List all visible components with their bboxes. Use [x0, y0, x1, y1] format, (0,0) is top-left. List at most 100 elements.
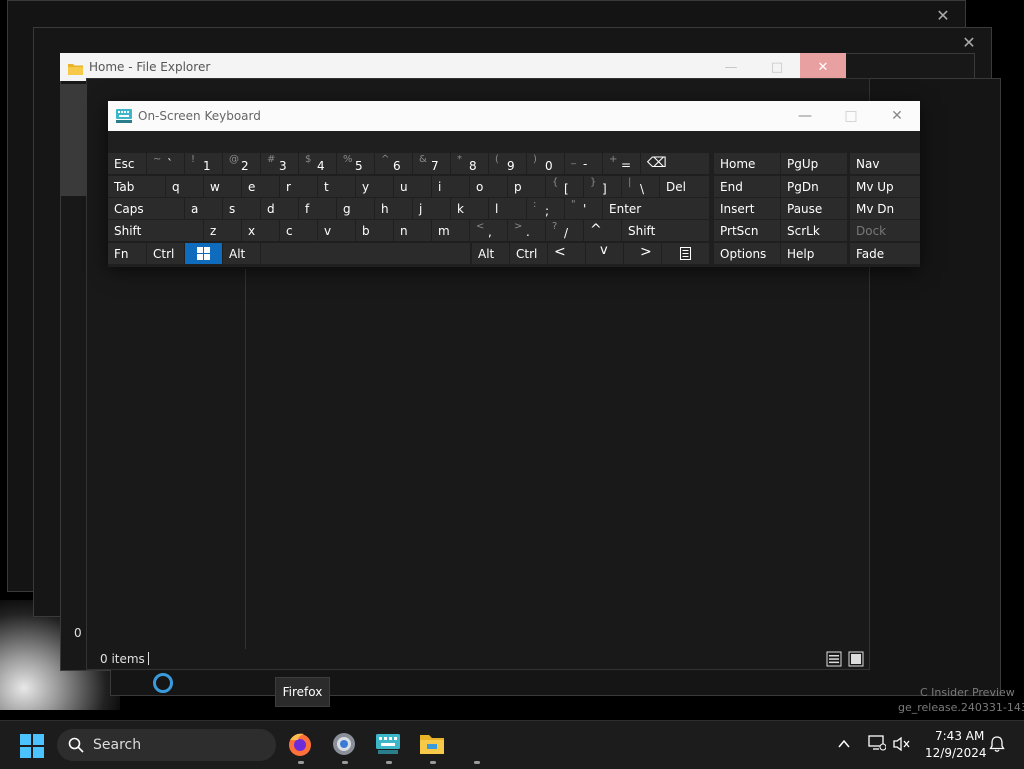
- key-help[interactable]: Help: [781, 243, 847, 264]
- key-mv-up[interactable]: Mv Up: [850, 176, 920, 197]
- key-ctrl-right[interactable]: Ctrl: [510, 243, 547, 264]
- key-1[interactable]: ! 1: [185, 153, 222, 174]
- key-right-arrow[interactable]: >: [624, 243, 661, 264]
- maximize-button[interactable]: □: [754, 53, 800, 81]
- key-a[interactable]: a: [185, 198, 222, 219]
- key-r[interactable]: r: [280, 176, 317, 197]
- key-c[interactable]: c: [280, 220, 317, 241]
- key-down-arrow[interactable]: v: [586, 243, 623, 264]
- key-8[interactable]: * 8: [451, 153, 488, 174]
- key-prtscn[interactable]: PrtScn: [714, 220, 780, 241]
- key-i[interactable]: i: [432, 176, 469, 197]
- key-esc[interactable]: Esc: [108, 153, 146, 174]
- key-h[interactable]: h: [375, 198, 412, 219]
- key-2[interactable]: @2: [223, 153, 260, 174]
- minimize-button[interactable]: —: [708, 53, 754, 81]
- key-up-arrow[interactable]: ^: [584, 220, 621, 241]
- key-e[interactable]: e: [242, 176, 279, 197]
- key-x[interactable]: x: [242, 220, 279, 241]
- key-slash[interactable]: ? /: [546, 220, 583, 241]
- key-pgup[interactable]: PgUp: [781, 153, 847, 174]
- key-pgdn[interactable]: PgDn: [781, 176, 847, 197]
- key-k[interactable]: k: [451, 198, 488, 219]
- network-icon[interactable]: [868, 735, 887, 755]
- key-backspace[interactable]: ⌫: [641, 153, 709, 174]
- key-backslash[interactable]: | \: [622, 176, 659, 197]
- key-b[interactable]: b: [356, 220, 393, 241]
- volume-muted-icon[interactable]: [893, 736, 911, 756]
- close-button[interactable]: ✕: [800, 53, 846, 81]
- tiles-view-icon[interactable]: [848, 651, 864, 671]
- key-close-bracket[interactable]: }]: [584, 176, 621, 197]
- key-quote[interactable]: " ': [565, 198, 602, 219]
- notification-bell-icon[interactable]: [989, 736, 1005, 757]
- key-fn[interactable]: Fn: [108, 243, 146, 264]
- explorer-titlebar[interactable]: Home - File Explorer — □ ✕: [60, 53, 846, 81]
- minimize-button[interactable]: —: [782, 101, 828, 131]
- key-l[interactable]: l: [489, 198, 526, 219]
- firefox-icon[interactable]: [286, 730, 316, 760]
- key-0[interactable]: ) 0: [527, 153, 564, 174]
- close-icon[interactable]: ✕: [946, 28, 992, 56]
- key-shift-right[interactable]: Shift: [622, 220, 709, 241]
- key-shift-left[interactable]: Shift: [108, 220, 203, 241]
- key-mv-dn[interactable]: Mv Dn: [850, 198, 920, 219]
- clock-time[interactable]: 7:43 AM: [935, 729, 984, 743]
- key-tab[interactable]: Tab: [108, 176, 165, 197]
- key-dock[interactable]: Dock: [850, 220, 920, 241]
- key-z[interactable]: z: [204, 220, 241, 241]
- key-q[interactable]: q: [166, 176, 203, 197]
- key-space[interactable]: [261, 243, 470, 264]
- close-button[interactable]: ✕: [874, 101, 920, 131]
- key-alt-left[interactable]: Alt: [223, 243, 260, 264]
- key-fade[interactable]: Fade: [850, 243, 920, 264]
- key-alt-right[interactable]: Alt: [472, 243, 509, 264]
- key-options[interactable]: Options: [714, 243, 780, 264]
- key-5[interactable]: % 5: [337, 153, 374, 174]
- on-screen-keyboard-window[interactable]: On-Screen Keyboard — □ ✕ Esc ~ ` ! 1 @2 #3…: [108, 101, 920, 267]
- key-insert[interactable]: Insert: [714, 198, 780, 219]
- key-u[interactable]: u: [394, 176, 431, 197]
- key-scrlk[interactable]: ScrLk: [781, 220, 847, 241]
- clock-date[interactable]: 12/9/2024: [925, 746, 987, 760]
- key-g[interactable]: g: [337, 198, 374, 219]
- key-3[interactable]: #3: [261, 153, 298, 174]
- maximize-button[interactable]: □: [828, 101, 874, 131]
- settings-icon[interactable]: [330, 730, 360, 760]
- key-m[interactable]: m: [432, 220, 469, 241]
- key-minus[interactable]: _ -: [565, 153, 602, 174]
- key-period[interactable]: >.: [508, 220, 545, 241]
- key-open-bracket[interactable]: {[: [546, 176, 583, 197]
- key-6[interactable]: ^ 6: [375, 153, 412, 174]
- key-end[interactable]: End: [714, 176, 780, 197]
- key-windows[interactable]: [185, 243, 222, 264]
- on-screen-keyboard-icon[interactable]: [374, 730, 404, 760]
- key-9[interactable]: (9: [489, 153, 526, 174]
- key-nav[interactable]: Nav: [850, 153, 920, 174]
- key-t[interactable]: t: [318, 176, 355, 197]
- key-caps[interactable]: Caps: [108, 198, 184, 219]
- key-4[interactable]: $4: [299, 153, 336, 174]
- key-pause[interactable]: Pause: [781, 198, 847, 219]
- osk-titlebar[interactable]: On-Screen Keyboard — □ ✕: [108, 101, 920, 131]
- key-y[interactable]: y: [356, 176, 393, 197]
- key-s[interactable]: s: [223, 198, 260, 219]
- file-explorer-icon[interactable]: [418, 730, 448, 760]
- key-enter[interactable]: Enter: [603, 198, 709, 219]
- key-j[interactable]: j: [413, 198, 450, 219]
- start-button[interactable]: [20, 734, 44, 762]
- key-7[interactable]: & 7: [413, 153, 450, 174]
- key-del[interactable]: Del: [660, 176, 709, 197]
- details-view-icon[interactable]: [826, 651, 842, 671]
- key-backtick[interactable]: ~ `: [147, 153, 184, 174]
- close-icon[interactable]: ✕: [920, 1, 966, 29]
- key-menu[interactable]: [662, 243, 709, 264]
- nav-pane-scrollbar[interactable]: [61, 84, 87, 196]
- chevron-up-icon[interactable]: [837, 736, 851, 755]
- key-o[interactable]: o: [470, 176, 507, 197]
- key-left-arrow[interactable]: <: [548, 243, 585, 264]
- key-n[interactable]: n: [394, 220, 431, 241]
- key-d[interactable]: d: [261, 198, 298, 219]
- key-comma[interactable]: <,: [470, 220, 507, 241]
- search-box[interactable]: Search: [57, 729, 276, 761]
